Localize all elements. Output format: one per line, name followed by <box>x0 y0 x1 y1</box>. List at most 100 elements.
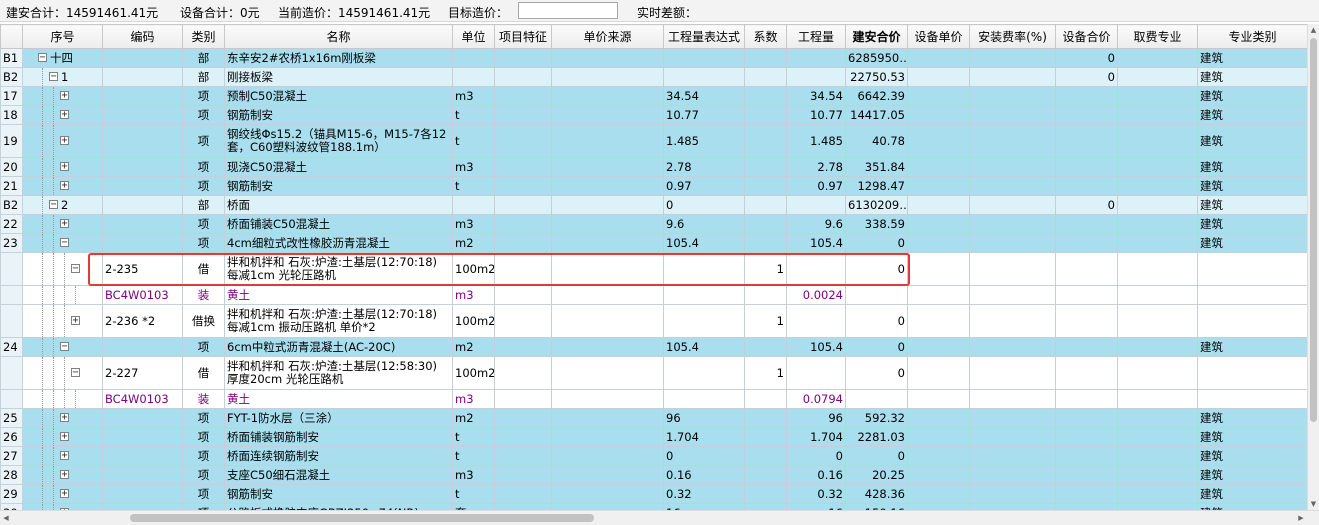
row-header[interactable] <box>0 252 23 286</box>
fee-major-cell[interactable] <box>1117 124 1198 158</box>
fee-major-cell[interactable] <box>1117 446 1198 466</box>
unit-cell[interactable]: t <box>452 124 495 158</box>
seq-cell[interactable]: + <box>22 176 103 196</box>
coef-cell[interactable] <box>744 337 787 357</box>
equip-total-cell[interactable] <box>1055 408 1118 428</box>
jianan-total-cell[interactable]: 1298.47 <box>845 176 908 196</box>
install-rate-cell[interactable] <box>969 195 1056 215</box>
row-header[interactable]: 23 <box>0 233 23 253</box>
fee-major-cell[interactable] <box>1117 195 1198 215</box>
expand-icon[interactable]: + <box>60 470 69 480</box>
fee-major-cell[interactable] <box>1117 484 1198 504</box>
install-rate-cell[interactable] <box>969 337 1056 357</box>
equip-price-cell[interactable] <box>907 214 970 234</box>
code-cell[interactable] <box>102 233 183 253</box>
equip-total-cell[interactable]: 0 <box>1055 67 1118 87</box>
feature-cell[interactable] <box>494 252 552 286</box>
equip-total-cell[interactable] <box>1055 124 1118 158</box>
code-cell[interactable] <box>102 67 183 87</box>
fee-major-cell[interactable] <box>1117 86 1198 106</box>
expand-icon[interactable]: + <box>60 489 69 499</box>
unit-cell[interactable]: m2 <box>452 337 495 357</box>
name-cell[interactable]: 预制C50混凝土 <box>224 86 453 106</box>
code-cell[interactable] <box>102 86 183 106</box>
expand-icon[interactable]: + <box>60 219 69 229</box>
spec-category-cell[interactable]: 建筑 <box>1197 48 1307 68</box>
code-cell[interactable] <box>102 48 183 68</box>
qty-expr-cell[interactable] <box>663 389 745 409</box>
unit-cell[interactable]: m3 <box>452 389 495 409</box>
equip-price-cell[interactable] <box>907 86 970 106</box>
coef-cell[interactable] <box>744 48 787 68</box>
row-header[interactable]: 27 <box>0 446 23 466</box>
equip-total-cell[interactable] <box>1055 214 1118 234</box>
install-rate-cell[interactable] <box>969 214 1056 234</box>
coef-cell[interactable] <box>744 157 787 177</box>
qty-cell[interactable] <box>786 195 846 215</box>
type-cell[interactable]: 项 <box>182 105 225 125</box>
coef-cell[interactable]: 1 <box>744 304 787 338</box>
row-header[interactable]: B1 <box>0 48 23 68</box>
table-row[interactable]: 23− 项 4cm细粒式改性橡胶沥青混凝土 m2 105.4 105.4 0 建筑 <box>0 233 1307 253</box>
table-row[interactable]: − 2-235 借拌和机拌和 石灰:炉渣:土基层(12:70:18) 每减1cm 光… <box>0 252 1307 286</box>
qty-expr-cell[interactable]: 0.16 <box>663 465 745 485</box>
seq-cell[interactable]: − <box>22 356 103 390</box>
install-rate-cell[interactable] <box>969 465 1056 485</box>
coef-cell[interactable] <box>744 67 787 87</box>
feature-cell[interactable] <box>494 105 552 125</box>
expand-icon[interactable]: + <box>60 91 69 101</box>
col-header-name[interactable]: 名称 <box>224 24 453 49</box>
qty-cell[interactable]: 9.6 <box>786 214 846 234</box>
jianan-total-cell[interactable] <box>845 285 908 305</box>
feature-cell[interactable] <box>494 427 552 447</box>
qty-expr-cell[interactable]: 0 <box>663 446 745 466</box>
collapse-icon[interactable]: − <box>49 200 58 210</box>
price-source-cell[interactable] <box>551 356 664 390</box>
install-rate-cell[interactable] <box>969 124 1056 158</box>
type-cell[interactable]: 项 <box>182 233 225 253</box>
unit-cell[interactable]: m3 <box>452 465 495 485</box>
coef-cell[interactable] <box>744 285 787 305</box>
equip-price-cell[interactable] <box>907 427 970 447</box>
equip-price-cell[interactable] <box>907 446 970 466</box>
unit-cell[interactable]: 100m2 <box>452 304 495 338</box>
price-source-cell[interactable] <box>551 337 664 357</box>
name-cell[interactable]: 拌和机拌和 石灰:炉渣:土基层(12:58:30) 厚度20cm 光轮压路机 <box>224 356 453 390</box>
unit-cell[interactable]: 100m2 <box>452 356 495 390</box>
name-cell[interactable]: 钢绞线Φs15.2（锚具M15-6，M15-7各12套，C60塑料波纹管188.… <box>224 124 453 158</box>
col-header-spec-category[interactable]: 专业类别 <box>1197 24 1307 49</box>
type-cell[interactable]: 借换 <box>182 304 225 338</box>
type-cell[interactable]: 项 <box>182 214 225 234</box>
install-rate-cell[interactable] <box>969 285 1056 305</box>
seq-cell[interactable]: + <box>22 157 103 177</box>
price-source-cell[interactable] <box>551 195 664 215</box>
install-rate-cell[interactable] <box>969 233 1056 253</box>
col-header-equip-price[interactable]: 设备单价 <box>907 24 970 49</box>
type-cell[interactable]: 项 <box>182 157 225 177</box>
name-cell[interactable]: 黄土 <box>224 285 453 305</box>
equip-total-cell[interactable] <box>1055 484 1118 504</box>
type-cell[interactable]: 借 <box>182 252 225 286</box>
equip-price-cell[interactable] <box>907 484 970 504</box>
seq-cell[interactable]: + <box>22 408 103 428</box>
spec-category-cell[interactable] <box>1197 356 1307 390</box>
seq-cell[interactable]: + <box>22 465 103 485</box>
table-row[interactable]: 25 + 项 FYT-1防水层（三涂） m2 96 96 592.32 建筑 <box>0 408 1307 428</box>
fee-major-cell[interactable] <box>1117 105 1198 125</box>
seq-cell[interactable]: − 十四 <box>22 48 103 68</box>
spec-category-cell[interactable]: 建筑 <box>1197 465 1307 485</box>
equip-price-cell[interactable] <box>907 67 970 87</box>
spec-category-cell[interactable] <box>1197 285 1307 305</box>
equip-price-cell[interactable] <box>907 337 970 357</box>
feature-cell[interactable] <box>494 285 552 305</box>
seq-cell[interactable]: + <box>22 86 103 106</box>
qty-expr-cell[interactable]: 105.4 <box>663 233 745 253</box>
code-cell[interactable]: 2-227 <box>102 356 183 390</box>
row-header[interactable]: 20 <box>0 157 23 177</box>
type-cell[interactable]: 项 <box>182 124 225 158</box>
name-cell[interactable]: 支座C50细石混凝土 <box>224 465 453 485</box>
install-rate-cell[interactable] <box>969 356 1056 390</box>
table-row[interactable]: 18 + 项钢筋制安 t 10.77 10.77 14417.05 建筑 <box>0 105 1307 125</box>
equip-price-cell[interactable] <box>907 176 970 196</box>
price-source-cell[interactable] <box>551 484 664 504</box>
